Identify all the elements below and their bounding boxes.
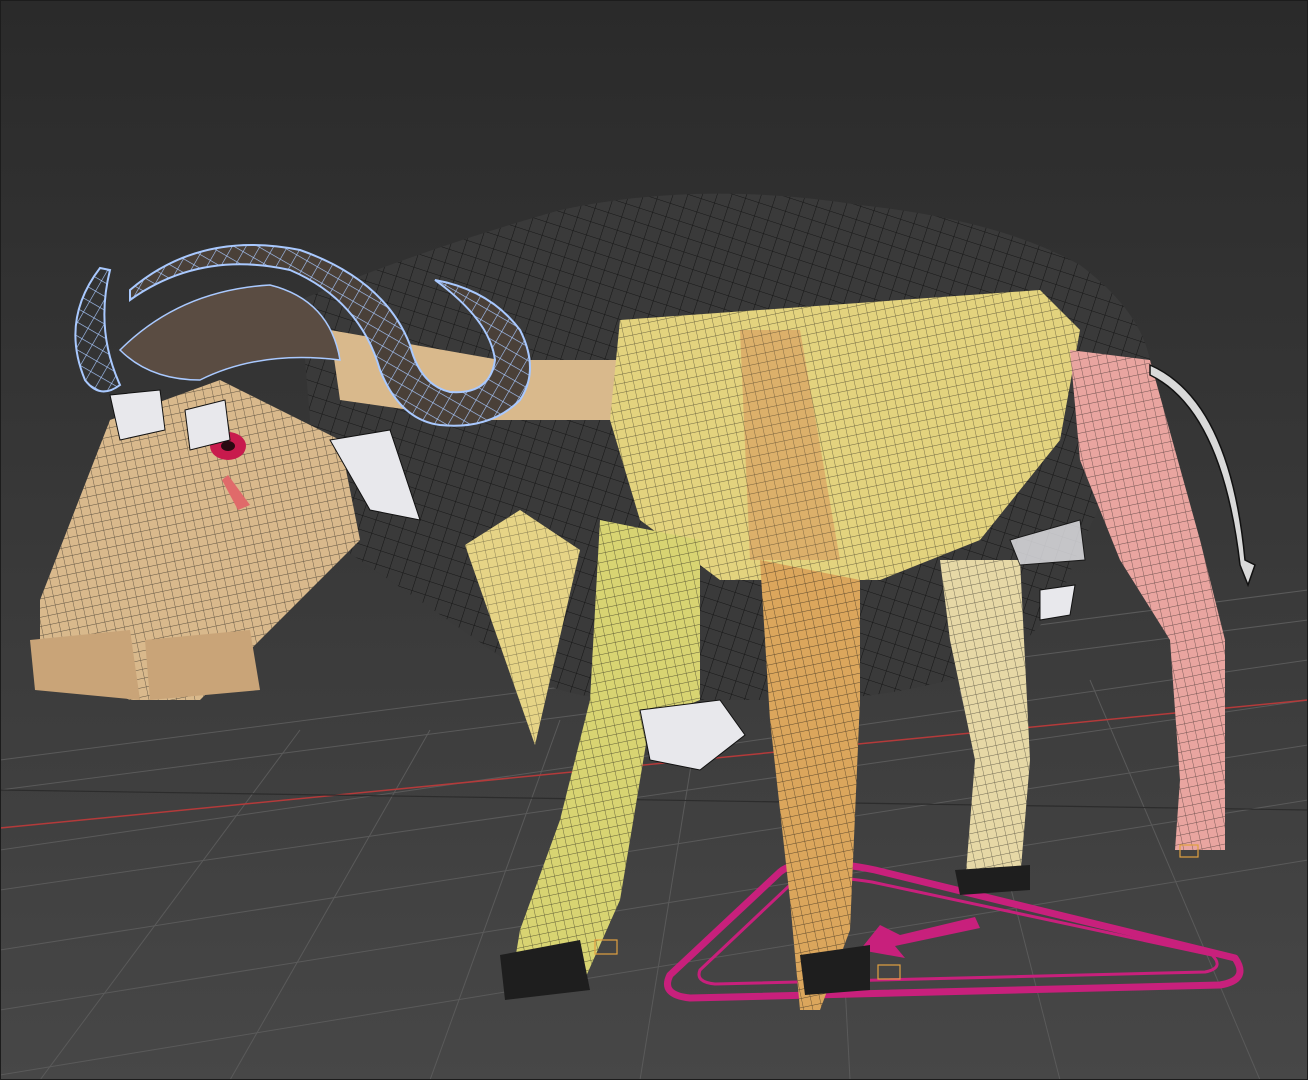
rear-leg-bone[interactable] — [940, 560, 1030, 895]
viewport-canvas[interactable] — [0, 0, 1308, 1080]
left-horn[interactable] — [74, 266, 122, 393]
front-leg-far-bone[interactable] — [760, 560, 870, 1010]
y-axis-line — [0, 789, 1308, 811]
perspective-viewport[interactable] — [0, 0, 1308, 1080]
root-controller-icon[interactable] — [664, 859, 1244, 1002]
